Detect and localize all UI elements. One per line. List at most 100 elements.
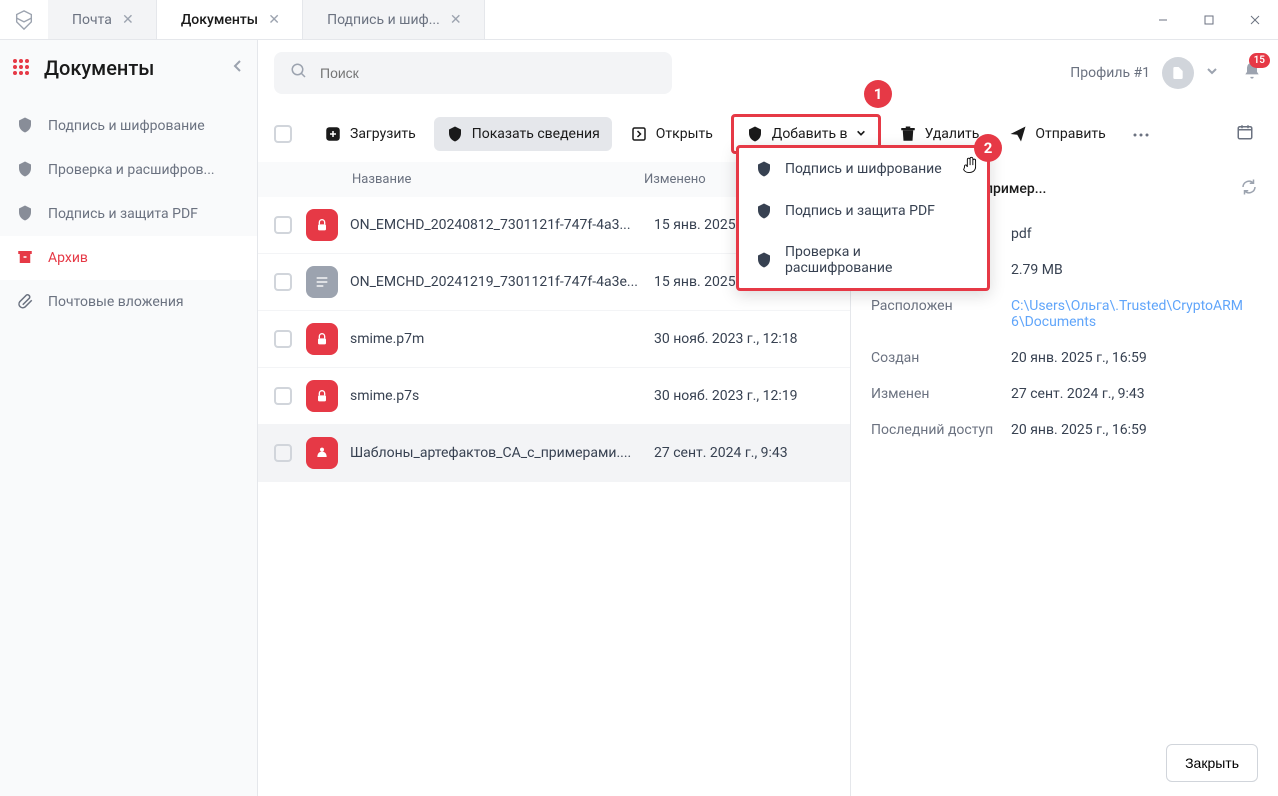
refresh-icon[interactable] [1240, 178, 1258, 200]
close-icon[interactable]: ✕ [266, 12, 282, 28]
close-panel-button[interactable]: Закрыть [1166, 744, 1258, 782]
table-row[interactable]: Шаблоны_артефактов_СА_с_примерами....27 … [258, 425, 850, 482]
doc-file-icon [306, 266, 338, 298]
apps-grid-icon[interactable] [12, 58, 32, 78]
details-value[interactable]: C:\Users\Ольга\.Trusted\CryptoARM 6\Docu… [1011, 298, 1258, 330]
file-name: smime.p7s [350, 388, 654, 404]
dropdown-item-pdf-protect[interactable]: Подпись и защита PDF [739, 190, 987, 232]
action-label: Добавить в [772, 126, 848, 142]
sidebar-item-pdf-protect[interactable]: Подпись и защита PDF [0, 192, 257, 236]
row-checkbox[interactable] [274, 273, 292, 291]
sidebar-item-sign-encrypt[interactable]: Подпись и шифрование [0, 104, 257, 148]
search-input[interactable] [320, 65, 656, 81]
select-all-checkbox[interactable] [274, 125, 292, 143]
details-row: Последний доступ20 янв. 2025 г., 16:59 [871, 412, 1258, 448]
info-shield-icon [446, 125, 464, 143]
sidebar-title: Документы [44, 56, 219, 80]
shield-pen-icon [16, 116, 36, 136]
tab-documents[interactable]: Документы ✕ [157, 0, 303, 39]
close-icon[interactable]: ✕ [120, 12, 136, 28]
maximize-button[interactable] [1186, 0, 1232, 40]
profile-area: Профиль #1 15 [1070, 57, 1262, 89]
sidebar-item-label: Проверка и расшифров... [48, 162, 215, 178]
dropdown-item-sign-encrypt[interactable]: Подпись и шифрование [739, 148, 987, 190]
action-label: Удалить [925, 126, 980, 142]
row-checkbox[interactable] [274, 387, 292, 405]
details-label: Последний доступ [871, 422, 1011, 438]
notifications-button[interactable]: 15 [1242, 61, 1262, 85]
app-logo-icon [8, 4, 40, 36]
table-row[interactable]: smime.p7m30 нояб. 2023 г., 12:18 [258, 311, 850, 368]
avatar[interactable] [1162, 57, 1194, 89]
send-button[interactable]: Отправить [997, 117, 1117, 151]
file-name: Шаблоны_артефактов_СА_с_примерами.... [350, 445, 654, 461]
chevron-left-icon[interactable] [231, 59, 245, 77]
close-icon[interactable]: ✕ [448, 12, 464, 28]
window-titlebar: Почта ✕ Документы ✕ Подпись и шиф... ✕ [0, 0, 1278, 40]
shield-pen-icon [755, 160, 773, 178]
tab-label: Подпись и шиф... [327, 12, 440, 28]
send-icon [1009, 125, 1027, 143]
annotation-badge-2: 2 [974, 134, 1002, 162]
chevron-down-icon[interactable] [1206, 65, 1218, 81]
sidebar-item-mail-attachments[interactable]: Почтовые вложения [0, 280, 257, 324]
sidebar: Документы Подпись и шифрование Проверка … [0, 40, 258, 796]
details-row: РасположенC:\Users\Ольга\.Trusted\Crypto… [871, 288, 1258, 340]
annotation-badge-1: 1 [864, 80, 892, 108]
file-name: smime.p7m [350, 331, 654, 347]
file-name: ON_EMCHD_20240812_7301121f-747f-4a3... [350, 217, 654, 233]
row-checkbox[interactable] [274, 330, 292, 348]
tab-label: Документы [181, 12, 258, 28]
shield-check-icon [755, 251, 773, 269]
sidebar-item-archive[interactable]: Архив [0, 236, 257, 280]
row-checkbox[interactable] [274, 444, 292, 462]
details-label: Расположен [871, 298, 1011, 330]
search-icon [290, 62, 308, 84]
details-row: Изменен27 сент. 2024 г., 9:43 [871, 376, 1258, 412]
footer: Закрыть [1166, 744, 1258, 782]
file-name: ON_EMCHD_20241219_7301121f-747f-4a3e... [350, 274, 654, 290]
minimize-button[interactable] [1140, 0, 1186, 40]
file-modified-date: 30 нояб. 2023 г., 12:19 [654, 388, 834, 404]
show-details-button[interactable]: Показать сведения [434, 117, 612, 151]
more-actions-button[interactable] [1124, 118, 1158, 150]
dropdown-item-label: Проверка и расшифрование [785, 244, 971, 276]
sidebar-item-label: Подпись и защита PDF [48, 206, 198, 222]
shield-add-icon [746, 125, 764, 143]
column-header-name[interactable]: Название [348, 172, 644, 187]
shield-pdf-icon [16, 204, 36, 224]
calendar-button[interactable] [1228, 115, 1262, 153]
table-row[interactable]: smime.p7s30 нояб. 2023 г., 12:19 [258, 368, 850, 425]
details-value: 27 сент. 2024 г., 9:43 [1011, 386, 1258, 402]
trash-icon [899, 125, 917, 143]
plus-square-icon [324, 125, 342, 143]
dropdown-item-label: Подпись и защита PDF [785, 203, 935, 219]
upload-button[interactable]: Загрузить [312, 117, 428, 151]
open-button[interactable]: Открыть [618, 117, 725, 151]
sidebar-item-label: Архив [48, 250, 88, 266]
tab-sign-encrypt[interactable]: Подпись и шиф... ✕ [303, 0, 485, 39]
shield-pdf-icon [755, 202, 773, 220]
dropdown-item-verify-decrypt[interactable]: Проверка и расшифрование [739, 232, 987, 288]
details-label: Изменен [871, 386, 1011, 402]
search-box[interactable] [274, 52, 672, 94]
profile-label: Профиль #1 [1070, 65, 1150, 81]
sidebar-item-verify-decrypt[interactable]: Проверка и расшифров... [0, 148, 257, 192]
lock-file-icon [306, 209, 338, 241]
archive-icon [16, 248, 36, 268]
file-modified-date: 27 сент. 2024 г., 9:43 [654, 445, 834, 461]
details-label: Создан [871, 350, 1011, 366]
action-label: Открыть [656, 126, 713, 142]
close-window-button[interactable] [1232, 0, 1278, 40]
action-label: Отправить [1035, 126, 1105, 142]
shield-check-icon [16, 160, 36, 180]
chevron-down-icon [856, 126, 866, 142]
tab-strip: Почта ✕ Документы ✕ Подпись и шиф... ✕ [48, 0, 1140, 39]
open-external-icon [630, 125, 648, 143]
window-controls [1140, 0, 1278, 40]
details-value: 20 янв. 2025 г., 16:59 [1011, 350, 1258, 366]
row-checkbox[interactable] [274, 216, 292, 234]
pdf-file-icon [306, 437, 338, 469]
details-row: Создан20 янв. 2025 г., 16:59 [871, 340, 1258, 376]
tab-mail[interactable]: Почта ✕ [48, 0, 157, 39]
